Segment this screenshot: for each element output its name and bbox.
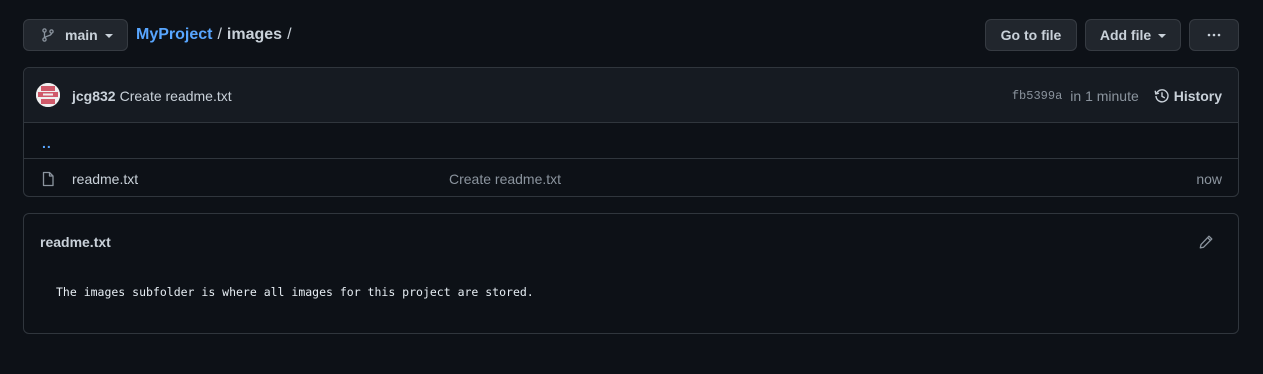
repo-folder-view: main MyProject / images / Go to file Add… (0, 0, 1263, 374)
git-branch-icon (42, 28, 54, 42)
readme-content: The images subfolder is where all images… (56, 285, 534, 299)
branch-name: main (65, 27, 98, 43)
history-label: History (1173, 87, 1222, 104)
avatar[interactable] (36, 83, 60, 107)
chevron-down-icon (104, 34, 113, 38)
commit-time: in 1 minute (1070, 87, 1139, 104)
identicon-icon (36, 83, 60, 107)
add-file-button[interactable]: Add file (1085, 19, 1181, 51)
readme-title-link[interactable]: readme.txt (40, 234, 111, 250)
branch-selector-button[interactable]: main (23, 19, 128, 51)
kebab-horizontal-icon (1207, 33, 1221, 37)
history-icon (1154, 88, 1169, 103)
add-file-label: Add file (1099, 27, 1152, 43)
pencil-icon[interactable] (1198, 234, 1214, 250)
breadcrumb-repo-link[interactable]: MyProject (136, 26, 212, 44)
latest-commit-bar: jcg832 Create readme.txt fb5399a in 1 mi… (24, 68, 1238, 123)
chevron-down-icon (1158, 34, 1167, 38)
breadcrumb-current-folder: images (226, 26, 283, 43)
commit-author-link[interactable]: jcg832 (72, 88, 116, 104)
breadcrumb: MyProject / images / (136, 19, 297, 51)
breadcrumb-separator: / (287, 26, 292, 43)
commit-message-link[interactable]: Create readme.txt (120, 88, 232, 104)
file-age: now (1196, 171, 1222, 187)
table-row: readme.txt Create readme.txt now (24, 160, 1238, 196)
history-link[interactable]: History (1154, 88, 1222, 104)
file-navigation: main MyProject / images / Go to file Add… (23, 19, 1239, 51)
go-to-file-button[interactable]: Go to file (985, 19, 1077, 51)
commit-summary: jcg832 Create readme.txt (72, 68, 232, 123)
parent-directory-row: .. (24, 123, 1238, 159)
file-name-link[interactable]: readme.txt (72, 160, 138, 196)
readme-panel: readme.txt The images subfolder is where… (23, 213, 1239, 334)
breadcrumb-separator: / (217, 26, 222, 43)
parent-directory-link[interactable]: .. (42, 135, 52, 151)
commit-sha-link[interactable]: fb5399a (1012, 89, 1062, 103)
file-icon (42, 171, 54, 187)
more-options-button[interactable] (1189, 19, 1239, 51)
file-commit-message-link[interactable]: Create readme.txt (449, 160, 561, 196)
file-listing: jcg832 Create readme.txt fb5399a in 1 mi… (23, 67, 1239, 197)
commit-meta: fb5399a in 1 minute History (1012, 68, 1222, 123)
